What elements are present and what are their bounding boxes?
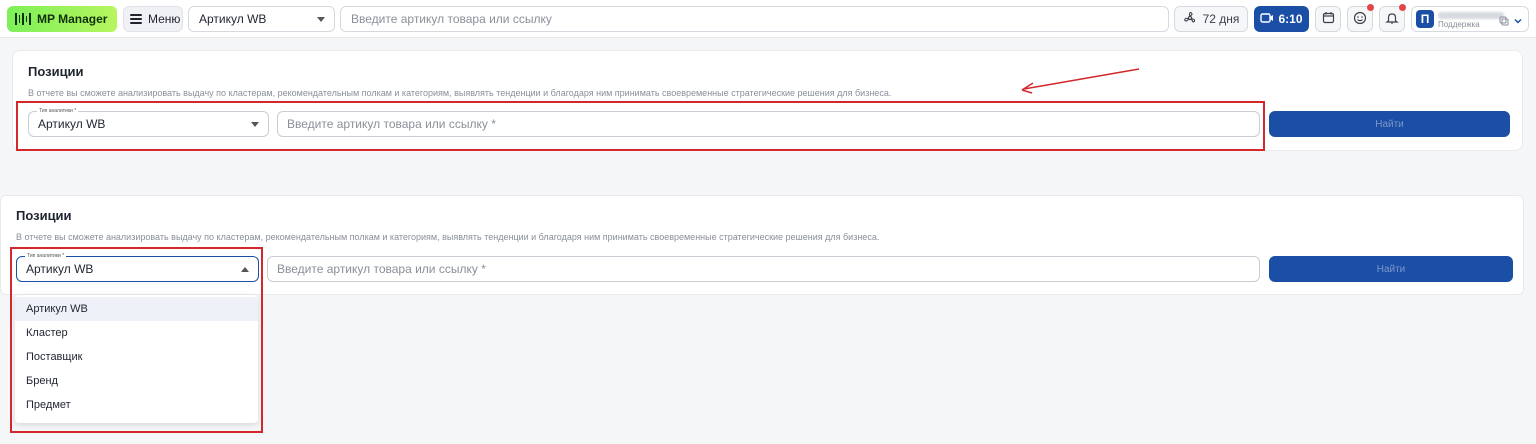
- support-label: Поддержка: [1438, 20, 1480, 29]
- copy-icon[interactable]: [1499, 15, 1509, 29]
- video-timer-button[interactable]: 6:10: [1254, 6, 1309, 32]
- annotation-arrow-icon: [1021, 68, 1140, 94]
- calendar-icon: [1322, 11, 1335, 27]
- logo-icon: [15, 12, 31, 26]
- notification-dot: [1399, 4, 1406, 11]
- logo-text: MP Manager: [37, 12, 108, 26]
- top-type-select-value: Артикул WB: [199, 12, 267, 26]
- feedback-button[interactable]: [1347, 4, 1374, 32]
- subscription-days-button[interactable]: 72 дня: [1174, 6, 1248, 32]
- hamburger-icon: [130, 12, 142, 26]
- top-bar: MP Manager Меню Артикул WB 72 дня 6:10: [0, 0, 1536, 38]
- card-description: В отчете вы сможете анализировать выдачу…: [16, 232, 880, 242]
- bell-icon: [1385, 11, 1399, 28]
- notifications-button[interactable]: [1379, 4, 1406, 32]
- highlight-box: [10, 247, 263, 433]
- avatar: П: [1416, 10, 1434, 28]
- chevron-down-icon: [317, 17, 325, 22]
- find-button[interactable]: Найти: [1269, 256, 1513, 282]
- user-name-blurred: [1438, 12, 1504, 19]
- notification-dot: [1367, 4, 1374, 11]
- timer-label: 6:10: [1278, 12, 1303, 26]
- menu-button[interactable]: Меню: [123, 6, 183, 32]
- video-icon: [1260, 12, 1274, 27]
- top-type-select[interactable]: Артикул WB: [188, 6, 335, 32]
- find-button[interactable]: Найти: [1269, 111, 1510, 137]
- menu-label: Меню: [148, 12, 181, 26]
- article-search-input[interactable]: [267, 256, 1260, 282]
- card-title: Позиции: [28, 64, 84, 79]
- logo[interactable]: MP Manager: [7, 6, 117, 32]
- fan-icon: [1183, 11, 1197, 28]
- days-label: 72 дня: [1202, 12, 1240, 26]
- profile-menu[interactable]: П Поддержка: [1411, 6, 1529, 32]
- top-search-input[interactable]: [340, 6, 1169, 32]
- card-title: Позиции: [16, 208, 72, 223]
- chevron-down-icon: [1513, 15, 1523, 29]
- smile-icon: [1353, 11, 1367, 28]
- calendar-button[interactable]: [1315, 6, 1341, 32]
- card-description: В отчете вы сможете анализировать выдачу…: [28, 88, 892, 98]
- highlight-box: [16, 101, 1265, 151]
